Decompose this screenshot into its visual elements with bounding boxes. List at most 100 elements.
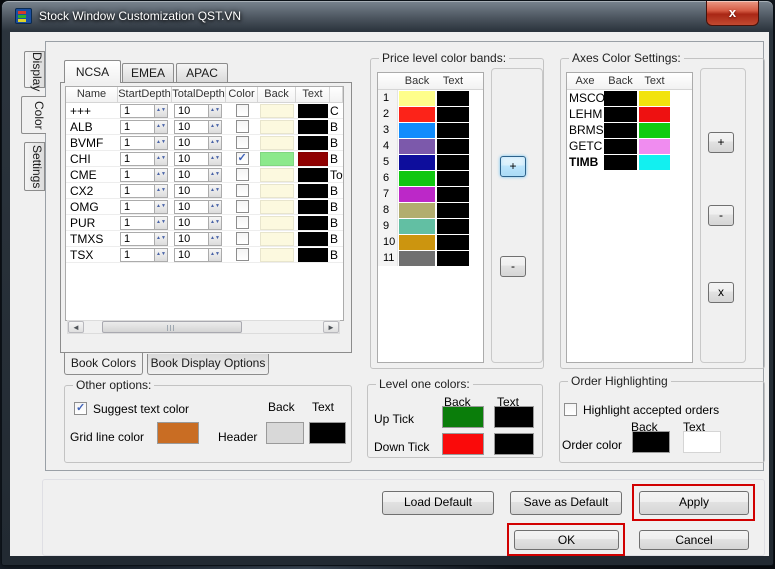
- axes-axe-header[interactable]: Axe: [567, 73, 603, 89]
- col-header-totaldepth[interactable]: TotalDepth: [172, 87, 226, 102]
- color-checkbox[interactable]: [236, 120, 249, 133]
- total-depth-spinner[interactable]: 10▲▼: [174, 120, 222, 134]
- band-back-swatch[interactable]: [399, 123, 435, 138]
- down-tick-text-swatch[interactable]: [494, 433, 534, 455]
- color-checkbox[interactable]: [236, 136, 249, 149]
- axe-text-swatch[interactable]: [639, 139, 670, 154]
- col-header-name[interactable]: Name: [66, 87, 118, 102]
- color-checkbox[interactable]: [236, 200, 249, 213]
- axe-back-swatch[interactable]: [604, 91, 637, 106]
- total-depth-spinner[interactable]: 10▲▼: [174, 168, 222, 182]
- band-text-swatch[interactable]: [437, 91, 469, 106]
- bands-text-header[interactable]: Text: [436, 73, 470, 89]
- color-checkbox[interactable]: [236, 168, 249, 181]
- band-text-swatch[interactable]: [437, 187, 469, 202]
- start-depth-spinner[interactable]: 1▲▼: [120, 152, 168, 166]
- axe-back-swatch[interactable]: [604, 123, 637, 138]
- tab-color[interactable]: Color: [21, 96, 46, 134]
- text-color-swatch[interactable]: [298, 200, 328, 214]
- text-color-swatch[interactable]: [298, 232, 328, 246]
- axe-row[interactable]: MSCO: [567, 90, 692, 106]
- total-depth-spinner[interactable]: 10▲▼: [174, 152, 222, 166]
- color-checkbox[interactable]: [236, 232, 249, 245]
- total-depth-spinner[interactable]: 10▲▼: [174, 216, 222, 230]
- axe-row[interactable]: LEHM: [567, 106, 692, 122]
- total-depth-spinner[interactable]: 10▲▼: [174, 104, 222, 118]
- band-back-swatch[interactable]: [399, 187, 435, 202]
- close-button[interactable]: x: [706, 1, 759, 26]
- back-color-swatch[interactable]: [260, 152, 294, 166]
- down-tick-back-swatch[interactable]: [442, 433, 484, 455]
- scroll-left-icon[interactable]: ◄: [68, 321, 84, 333]
- band-back-swatch[interactable]: [399, 91, 435, 106]
- back-color-swatch[interactable]: [260, 232, 294, 246]
- axe-back-swatch[interactable]: [604, 139, 637, 154]
- col-header-startdepth[interactable]: StartDepth: [118, 87, 172, 102]
- start-depth-spinner[interactable]: 1▲▼: [120, 248, 168, 262]
- axe-back-swatch[interactable]: [604, 107, 637, 122]
- save-as-default-button[interactable]: Save as Default: [510, 491, 622, 515]
- tab-settings[interactable]: Settings: [24, 142, 45, 191]
- col-header-text[interactable]: Text: [296, 87, 330, 102]
- tab-book-colors[interactable]: Book Colors: [64, 353, 143, 375]
- add-axe-button[interactable]: +: [708, 132, 734, 153]
- axe-row[interactable]: TIMB: [567, 154, 692, 170]
- band-text-swatch[interactable]: [437, 219, 469, 234]
- total-depth-spinner[interactable]: 10▲▼: [174, 184, 222, 198]
- color-checkbox[interactable]: [236, 104, 249, 117]
- tab-book-display-options[interactable]: Book Display Options: [147, 354, 269, 375]
- scrollbar-thumb[interactable]: [102, 321, 242, 333]
- horizontal-scrollbar[interactable]: ◄ ►: [67, 320, 340, 334]
- back-color-swatch[interactable]: [260, 104, 294, 118]
- header-text-swatch[interactable]: [309, 422, 346, 444]
- axe-row[interactable]: GETC: [567, 138, 692, 154]
- start-depth-spinner[interactable]: 1▲▼: [120, 232, 168, 246]
- tab-ncsa[interactable]: NCSA: [64, 60, 121, 83]
- band-back-swatch[interactable]: [399, 171, 435, 186]
- start-depth-spinner[interactable]: 1▲▼: [120, 184, 168, 198]
- text-color-swatch[interactable]: [298, 152, 328, 166]
- band-text-swatch[interactable]: [437, 155, 469, 170]
- color-checkbox[interactable]: [236, 184, 249, 197]
- highlight-accepted-orders-checkbox[interactable]: [564, 403, 577, 416]
- color-checkbox[interactable]: [236, 152, 249, 165]
- tab-emea[interactable]: EMEA: [122, 63, 174, 83]
- band-back-swatch[interactable]: [399, 219, 435, 234]
- remove-band-button[interactable]: -: [500, 256, 526, 277]
- back-color-swatch[interactable]: [260, 120, 294, 134]
- back-color-swatch[interactable]: [260, 200, 294, 214]
- axes-back-header[interactable]: Back: [603, 73, 638, 89]
- order-text-swatch[interactable]: [683, 431, 721, 453]
- back-color-swatch[interactable]: [260, 184, 294, 198]
- axe-text-swatch[interactable]: [639, 107, 670, 122]
- start-depth-spinner[interactable]: 1▲▼: [120, 216, 168, 230]
- bands-back-header[interactable]: Back: [398, 73, 436, 89]
- add-band-button[interactable]: +: [500, 156, 526, 177]
- text-color-swatch[interactable]: [298, 216, 328, 230]
- axe-text-swatch[interactable]: [639, 91, 670, 106]
- band-text-swatch[interactable]: [437, 251, 469, 266]
- band-text-swatch[interactable]: [437, 203, 469, 218]
- suggest-text-color-checkbox[interactable]: [74, 402, 87, 415]
- band-text-swatch[interactable]: [437, 123, 469, 138]
- total-depth-spinner[interactable]: 10▲▼: [174, 136, 222, 150]
- col-header-back[interactable]: Back: [258, 87, 296, 102]
- band-text-swatch[interactable]: [437, 235, 469, 250]
- remove-axe-button[interactable]: -: [708, 205, 734, 226]
- col-header-color[interactable]: Color: [226, 87, 258, 102]
- band-back-swatch[interactable]: [399, 107, 435, 122]
- tab-apac[interactable]: APAC: [176, 63, 228, 83]
- start-depth-spinner[interactable]: 1▲▼: [120, 120, 168, 134]
- clear-axe-button[interactable]: x: [708, 282, 734, 303]
- back-color-swatch[interactable]: [260, 216, 294, 230]
- band-back-swatch[interactable]: [399, 251, 435, 266]
- band-text-swatch[interactable]: [437, 139, 469, 154]
- up-tick-back-swatch[interactable]: [442, 406, 484, 428]
- band-back-swatch[interactable]: [399, 235, 435, 250]
- back-color-swatch[interactable]: [260, 168, 294, 182]
- start-depth-spinner[interactable]: 1▲▼: [120, 168, 168, 182]
- axes-text-header[interactable]: Text: [638, 73, 671, 89]
- back-color-swatch[interactable]: [260, 136, 294, 150]
- grid-line-color-swatch[interactable]: [157, 422, 199, 444]
- start-depth-spinner[interactable]: 1▲▼: [120, 200, 168, 214]
